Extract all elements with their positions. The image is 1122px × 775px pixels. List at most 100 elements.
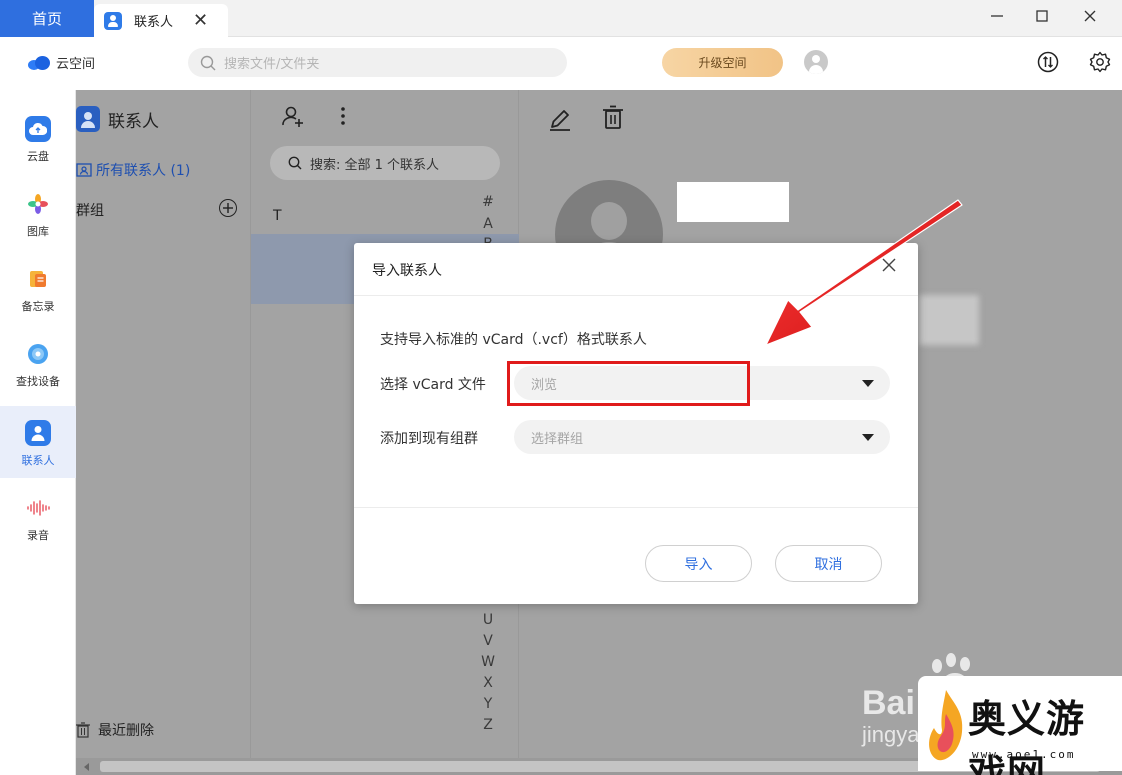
avatar[interactable]: [804, 50, 828, 74]
tab-home[interactable]: 首页: [0, 0, 94, 37]
more-options-button[interactable]: [339, 104, 347, 132]
brand-name: 云空间: [56, 57, 96, 72]
trash-icon: [76, 722, 90, 738]
search-icon: [200, 55, 216, 70]
add-contact-button[interactable]: [281, 104, 305, 132]
add-person-icon: [282, 106, 303, 127]
recently-deleted-item[interactable]: 最近删除: [76, 720, 154, 740]
group-label: 添加到现有组群: [380, 431, 478, 447]
dialog-close-button[interactable]: [882, 256, 896, 277]
alphabet-index-item[interactable]: V: [479, 633, 497, 649]
tab-close-icon[interactable]: ✕: [193, 10, 208, 31]
left-nav: 云盘 图库 备忘录 查找设备 联系人 录音: [0, 90, 76, 775]
groups-label: 群组: [76, 203, 104, 219]
contacts-book-icon: [76, 106, 100, 132]
contact-search-input[interactable]: 搜索: 全部 1 个联系人: [270, 146, 500, 180]
nav-item-recorder[interactable]: 录音: [0, 481, 76, 553]
all-contacts-item[interactable]: 所有联系人 (1): [76, 160, 190, 180]
baidu-watermark: Bai: [862, 684, 915, 722]
add-group-button[interactable]: [219, 199, 237, 217]
nav-label: 云盘: [27, 150, 49, 163]
divider: [354, 295, 918, 296]
sync-button[interactable]: [1036, 50, 1060, 74]
delete-button[interactable]: [601, 104, 625, 134]
trash-icon: [603, 105, 623, 129]
site-watermark-name: 奥义游戏网: [968, 696, 1086, 775]
find-device-icon: [25, 341, 51, 367]
gallery-icon: [25, 191, 51, 217]
cancel-button[interactable]: 取消: [775, 545, 882, 582]
alphabet-index-item[interactable]: X: [479, 675, 497, 691]
contact-name-redacted: [677, 182, 789, 222]
tab-contacts[interactable]: 联系人 ✕: [94, 4, 228, 37]
minimize-icon: [991, 15, 1003, 17]
all-contacts-label: 所有联系人 (1): [96, 163, 191, 179]
panel-title-text: 联系人: [108, 111, 159, 132]
import-contacts-dialog: 导入联系人 支持导入标准的 vCard（.vcf）格式联系人 选择 vCard …: [354, 243, 918, 604]
alphabet-index-item[interactable]: U: [479, 612, 497, 628]
alphabet-index-item[interactable]: W: [479, 654, 497, 670]
brand[interactable]: 云空间: [28, 53, 95, 72]
upgrade-button[interactable]: 升级空间: [662, 48, 783, 77]
address-card-icon: [76, 163, 92, 177]
close-icon: [1084, 10, 1096, 22]
scroll-left-icon[interactable]: [82, 762, 92, 772]
divider: [354, 507, 918, 508]
nav-item-cloud-drive[interactable]: 云盘: [0, 102, 76, 174]
chevron-down-icon: [862, 434, 874, 441]
close-icon: [882, 258, 896, 272]
maximize-button[interactable]: [1032, 8, 1052, 27]
file-label: 选择 vCard 文件: [380, 377, 486, 393]
contacts-tab-icon: [104, 11, 122, 30]
settings-button[interactable]: [1088, 50, 1112, 74]
minimize-button[interactable]: [987, 8, 1007, 27]
nav-item-find-device[interactable]: 查找设备: [0, 327, 76, 399]
recorder-icon: [25, 495, 51, 521]
search-icon: [288, 156, 302, 170]
recently-deleted-label: 最近删除: [98, 723, 154, 739]
contact-search-text: 搜索: 全部 1 个联系人: [310, 157, 440, 173]
dialog-description: 支持导入标准的 vCard（.vcf）格式联系人: [380, 332, 647, 348]
alphabet-index-item[interactable]: #: [479, 194, 497, 210]
search-placeholder: 搜索文件/文件夹: [224, 57, 320, 72]
alphabet-index-item[interactable]: A: [479, 216, 497, 232]
maximize-icon: [1036, 10, 1048, 22]
site-watermark-url: www.aoe1.com: [972, 748, 1076, 761]
edit-button[interactable]: [547, 106, 573, 136]
chevron-down-icon: [862, 380, 874, 387]
pencil-icon: [550, 110, 570, 131]
window-close-button[interactable]: [1080, 8, 1100, 27]
dialog-title: 导入联系人: [372, 263, 442, 279]
title-bar: 首页 联系人 ✕: [0, 0, 1122, 37]
contacts-groups-panel: 联系人 所有联系人 (1) 群组 最近删除: [76, 90, 251, 758]
highlight-box: [507, 361, 750, 406]
app-header: 云空间 搜索文件/文件夹 升级空间: [0, 37, 1122, 90]
nav-item-gallery[interactable]: 图库: [0, 177, 76, 249]
gear-icon: [1089, 51, 1111, 73]
flame-logo-icon: [929, 690, 963, 761]
nav-label: 备忘录: [21, 300, 55, 313]
search-input[interactable]: 搜索文件/文件夹: [188, 48, 567, 77]
redacted-blur: [919, 295, 979, 345]
cloud-drive-icon: [25, 116, 51, 142]
nav-label: 录音: [27, 529, 49, 542]
alphabet-index-item[interactable]: Y: [479, 696, 497, 712]
tab-contacts-label: 联系人: [134, 15, 174, 30]
nav-label: 联系人: [21, 454, 55, 467]
section-letter: T: [273, 208, 282, 224]
group-placeholder: 选择群组: [531, 431, 584, 447]
nav-label: 查找设备: [16, 375, 60, 388]
alphabet-index-item[interactable]: Z: [479, 717, 497, 733]
group-select[interactable]: 选择群组: [514, 420, 890, 454]
import-button[interactable]: 导入: [645, 545, 752, 582]
contacts-icon: [25, 420, 51, 446]
panel-title: 联系人: [76, 106, 159, 132]
baidu-watermark-sub: jingya: [862, 722, 920, 747]
notes-icon: [25, 266, 51, 292]
cloud-logo-icon: [28, 55, 50, 70]
nav-label: 图库: [27, 225, 49, 238]
sync-status-icon: [1037, 51, 1059, 73]
nav-item-contacts[interactable]: 联系人: [0, 406, 76, 478]
nav-item-notes[interactable]: 备忘录: [0, 252, 76, 324]
more-vertical-icon: [341, 107, 345, 125]
